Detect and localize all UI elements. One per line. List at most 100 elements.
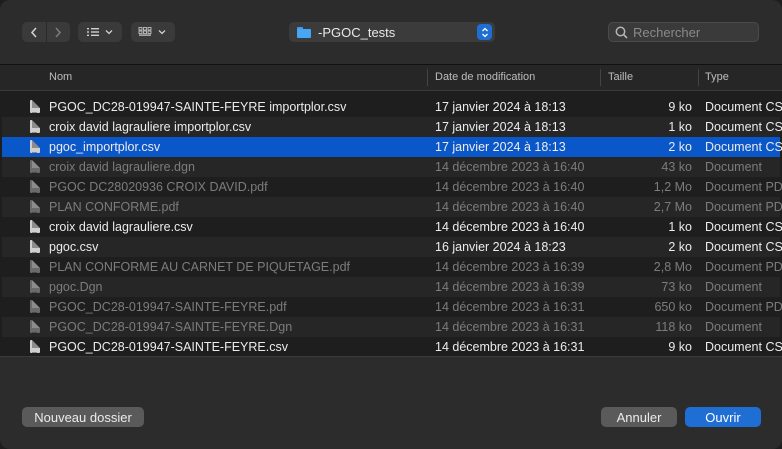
file-type: Document PDF xyxy=(705,200,782,214)
column-date[interactable]: Date de modification xyxy=(435,71,535,83)
file-type: Document PDF xyxy=(705,300,782,314)
file-name: croix david lagrauliere.dgn xyxy=(49,160,195,174)
list-view-button[interactable] xyxy=(78,22,122,42)
document-icon xyxy=(30,260,40,273)
file-row[interactable]: PGOC DC28020936 CROIX DAVID.pdf 14 décemb… xyxy=(2,177,782,197)
chevron-left-icon xyxy=(30,26,37,38)
file-name: pgoc.Dgn xyxy=(49,280,103,294)
open-button[interactable]: Ouvrir xyxy=(685,407,761,427)
file-size: 2 ko xyxy=(668,140,692,154)
grid-view-icon xyxy=(138,27,166,36)
file-size: 650 ko xyxy=(654,300,692,314)
file-row[interactable]: croix david lagrauliere.csv 14 décembre 2… xyxy=(2,217,782,237)
file-row[interactable]: pgoc_importplor.csv 17 janvier 2024 à 18:… xyxy=(2,137,782,157)
document-icon xyxy=(30,100,40,113)
file-type: Document CSV xyxy=(705,340,782,354)
column-divider[interactable] xyxy=(427,69,428,86)
dialog-footer: Nouveau dossier Annuler Ouvrir xyxy=(0,356,782,449)
file-name: croix david lagrauliere.csv xyxy=(49,220,193,234)
column-type[interactable]: Type xyxy=(705,71,729,83)
file-type: Document PDF xyxy=(705,260,782,274)
search-field[interactable] xyxy=(608,22,759,42)
file-size: 9 ko xyxy=(668,340,692,354)
column-size[interactable]: Taille xyxy=(608,71,633,83)
file-date: 14 décembre 2023 à 16:40 xyxy=(435,220,585,234)
file-row[interactable]: PLAN CONFORME AU CARNET DE PIQUETAGE.pdf… xyxy=(2,257,782,277)
location-popup[interactable]: -PGOC_tests xyxy=(289,22,495,42)
file-type: Document CSV xyxy=(705,100,782,114)
file-date: 14 décembre 2023 à 16:31 xyxy=(435,320,585,334)
file-size: 2,7 Mo xyxy=(653,200,692,214)
file-row[interactable]: croix david lagrauliere.dgn 14 décembre 2… xyxy=(2,157,780,177)
file-date: 16 janvier 2024 à 18:23 xyxy=(435,240,566,254)
search-input[interactable] xyxy=(633,24,751,40)
back-button[interactable] xyxy=(22,22,46,42)
file-row[interactable]: croix david lagrauliere importplor.csv 17… xyxy=(2,117,782,137)
file-row[interactable]: PGOC_DC28-019947-SAINTE-FEYRE.pdf 14 déce… xyxy=(2,297,782,317)
column-divider[interactable] xyxy=(698,69,699,86)
file-name: PGOC DC28020936 CROIX DAVID.pdf xyxy=(49,180,268,194)
file-size: 73 ko xyxy=(661,280,692,294)
file-date: 14 décembre 2023 à 16:39 xyxy=(435,260,585,274)
document-icon xyxy=(30,140,40,153)
file-date: 14 décembre 2023 à 16:40 xyxy=(435,180,585,194)
document-icon xyxy=(30,120,40,133)
document-icon xyxy=(30,220,40,233)
file-name: PGOC_DC28-019947-SAINTE-FEYRE.Dgn xyxy=(49,320,293,334)
file-row[interactable]: PLAN CONFORME.pdf 14 décembre 2023 à 16:4… xyxy=(2,197,782,217)
file-size: 1,2 Mo xyxy=(653,180,692,194)
file-date: 17 janvier 2024 à 18:13 xyxy=(435,100,566,114)
file-date: 14 décembre 2023 à 16:31 xyxy=(435,340,585,354)
file-type: Document CSV xyxy=(705,220,782,234)
file-date: 14 décembre 2023 à 16:40 xyxy=(435,160,585,174)
file-type: Document CSV xyxy=(705,120,782,134)
file-row[interactable]: PGOC_DC28-019947-SAINTE-FEYRE importplor… xyxy=(2,97,782,117)
file-size: 9 ko xyxy=(668,100,692,114)
document-icon xyxy=(30,320,40,333)
file-row[interactable]: pgoc.Dgn 14 décembre 2023 à 16:39 73 ko Doc… xyxy=(2,277,780,297)
document-icon xyxy=(30,240,40,253)
file-row[interactable]: pgoc.csv 16 janvier 2024 à 18:23 2 ko Docum… xyxy=(2,237,782,257)
file-name: pgoc_importplor.csv xyxy=(49,140,161,154)
file-type: Document PDF xyxy=(705,180,782,194)
document-icon xyxy=(30,160,40,173)
file-date: 14 décembre 2023 à 16:40 xyxy=(435,200,585,214)
grid-view-button[interactable] xyxy=(131,22,175,42)
up-down-stepper-icon xyxy=(477,24,492,40)
file-row[interactable]: PGOC_DC28-019947-SAINTE-FEYRE.csv 14 déce… xyxy=(2,337,782,357)
file-name: PGOC_DC28-019947-SAINTE-FEYRE.pdf xyxy=(49,300,287,314)
search-icon xyxy=(615,26,628,39)
document-icon xyxy=(30,200,40,213)
file-size: 2,8 Mo xyxy=(653,260,692,274)
file-name: PLAN CONFORME.pdf xyxy=(49,200,179,214)
file-type: Document xyxy=(705,320,762,334)
column-divider[interactable] xyxy=(600,69,601,86)
file-list: Nom Date de modification Taille Type PGO… xyxy=(0,64,782,357)
file-name: PGOC_DC28-019947-SAINTE-FEYRE.csv xyxy=(49,340,288,354)
forward-button[interactable] xyxy=(45,22,71,42)
location-name: -PGOC_tests xyxy=(318,24,396,40)
document-icon xyxy=(30,340,40,353)
cancel-button[interactable]: Annuler xyxy=(601,407,677,427)
file-name: PGOC_DC28-019947-SAINTE-FEYRE importplor… xyxy=(49,100,347,114)
file-type: Document CSV xyxy=(705,240,782,254)
column-name[interactable]: Nom xyxy=(49,71,72,83)
file-type: Document xyxy=(705,160,762,174)
open-file-dialog: -PGOC_tests Nom Date de modification Tai… xyxy=(0,0,782,449)
file-size: 118 ko xyxy=(655,320,692,334)
list-view-icon xyxy=(87,28,113,36)
column-header: Nom Date de modification Taille Type xyxy=(0,65,782,91)
file-size: 1 ko xyxy=(668,120,692,134)
file-name: pgoc.csv xyxy=(49,240,99,254)
file-row[interactable]: PGOC_DC28-019947-SAINTE-FEYRE.Dgn 14 déce… xyxy=(2,317,780,337)
file-date: 14 décembre 2023 à 16:39 xyxy=(435,280,585,294)
new-folder-button[interactable]: Nouveau dossier xyxy=(22,407,144,427)
file-name: croix david lagrauliere importplor.csv xyxy=(49,120,252,134)
toolbar: -PGOC_tests xyxy=(0,0,782,64)
file-size: 1 ko xyxy=(668,220,692,234)
folder-icon xyxy=(297,26,311,38)
file-name: PLAN CONFORME AU CARNET DE PIQUETAGE.pdf xyxy=(49,260,350,274)
file-type: Document xyxy=(705,280,762,294)
file-date: 17 janvier 2024 à 18:13 xyxy=(435,120,566,134)
navigation-buttons xyxy=(22,22,70,42)
